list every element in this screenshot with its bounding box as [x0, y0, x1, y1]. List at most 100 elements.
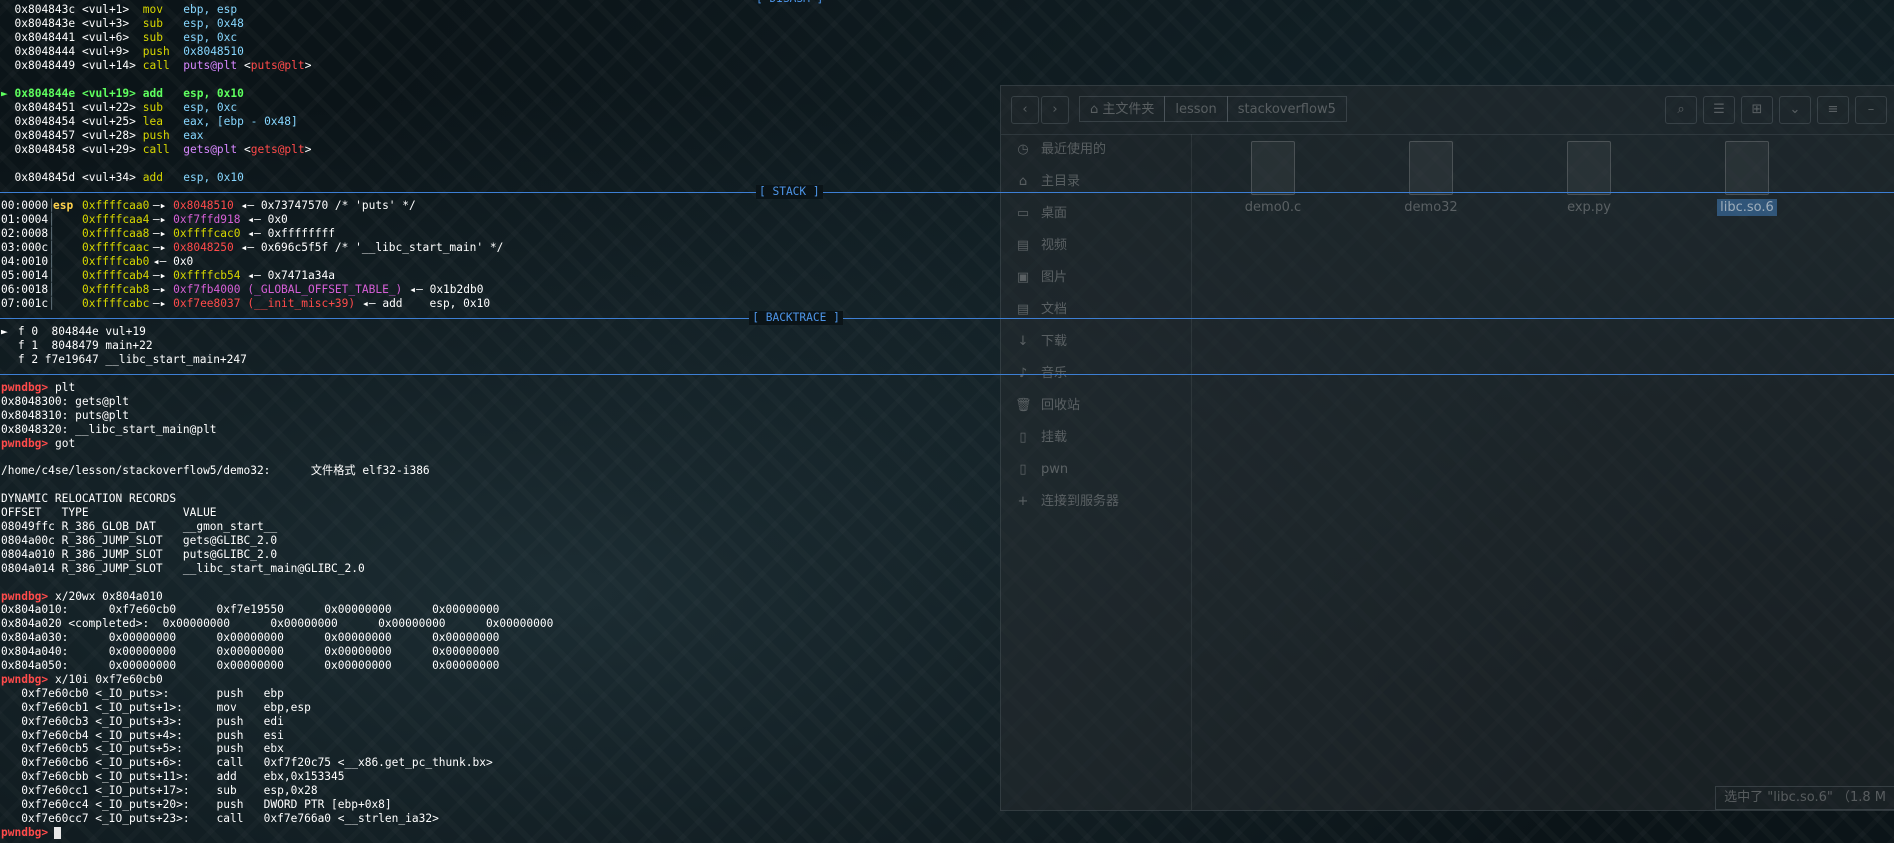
- pointer-value: 0xf7fb4000: [173, 283, 241, 296]
- instruction-mnemonic: mov: [142, 3, 163, 16]
- instruction-row-text: 0xf7e60cb0 <_IO_puts>: push ebp: [1, 686, 284, 700]
- stack-offset: 05:0014: [1, 269, 49, 282]
- instruction-operand: esp, 0x10: [183, 171, 244, 184]
- pointer-value: 0x8048510: [173, 199, 234, 212]
- pointer-value: 0x8048250: [173, 241, 234, 254]
- pointer-value: 0xf7ee8037: [173, 297, 241, 310]
- instruction-address: 0x8048451: [14, 101, 76, 114]
- instruction-symbol: <vul+29>: [82, 143, 136, 156]
- stack-value: ◂— add esp, 0x10: [362, 297, 491, 310]
- instruction-address: 0x8048458: [14, 143, 76, 156]
- instruction-address: 0x804843e: [14, 17, 76, 30]
- instruction-address: 0x8048449: [14, 59, 76, 72]
- frame-text: f 0 804844e vul+19: [11, 325, 146, 338]
- instruction-address: 0x804843c: [14, 3, 76, 16]
- instruction-row-text: 0xf7e60cb3 <_IO_puts+3>: push edi: [1, 714, 284, 728]
- instruction-symbol: <vul+34>: [82, 171, 136, 184]
- stack-offset: 06:0018: [1, 283, 49, 296]
- prompt: pwndbg>: [1, 589, 49, 603]
- instruction-row-text: 0xf7e60cbb <_IO_puts+11>: add ebx,0x1533…: [1, 770, 345, 784]
- command-text: x/20wx 0x804a010: [48, 589, 163, 603]
- stack-address: 0xffffcaa8: [82, 227, 150, 240]
- plt-bracket-open: <: [244, 59, 251, 72]
- stack-register: esp: [52, 199, 74, 212]
- instruction-mnemonic: call: [142, 143, 170, 156]
- stack-label: [ STACK ]: [756, 185, 823, 199]
- arrow: —▸: [152, 199, 167, 212]
- disasm-label: [ DISASM ]: [756, 0, 823, 6]
- relocation-row-text: 0804a010 R_386_JUMP_SLOT puts@GLIBC_2.0: [1, 547, 278, 561]
- instruction-address: 0x8048441: [14, 31, 76, 44]
- stack-divider: │: [48, 227, 55, 240]
- relocation-title-text: DYNAMIC RELOCATION RECORDS: [1, 492, 177, 506]
- plt-entry-text: 0x8048300: gets@plt: [1, 394, 129, 408]
- memory-row-text: 0x804a040: 0x00000000 0x00000000 0x00000…: [1, 645, 500, 659]
- arrow: —▸: [152, 269, 167, 282]
- backtrace-label: [ BACKTRACE ]: [749, 311, 843, 325]
- pointer-value: 0xf7ffd918: [173, 213, 241, 226]
- prompt: pwndbg>: [1, 825, 49, 839]
- instruction-operand: esp, 0xc: [183, 101, 238, 114]
- terminal[interactable]: [ DISASM ] 0x804843c <vul+1> mov ebp, esp 0x8…: [0, 0, 1894, 843]
- prompt: pwndbg>: [1, 381, 49, 394]
- stack-offset: 03:000c: [1, 241, 49, 254]
- backtrace-separator: [0, 318, 1894, 319]
- stack-address: 0xffffcaac: [82, 241, 150, 254]
- got-file-header-text: /home/c4se/lesson/stackoverflow5/demo32:…: [1, 464, 430, 478]
- current-instruction-marker: ►: [1, 87, 8, 100]
- relocation-row-text: 08049ffc R_386_GLOB_DAT __gmon_start__: [1, 520, 278, 533]
- instruction-mnemonic: sub: [142, 101, 163, 114]
- relocation-row-text: 0804a00c R_386_JUMP_SLOT gets@GLIBC_2.0: [1, 533, 278, 547]
- stack-address: 0xffffcaa4: [82, 213, 150, 226]
- stack-address: 0xffffcab0: [82, 255, 150, 268]
- stack-offset: 04:0010: [1, 255, 49, 268]
- stack-offset: 00:0000: [1, 199, 49, 212]
- instruction-mnemonic: add: [142, 87, 163, 100]
- instruction-mnemonic: add: [142, 171, 163, 184]
- command-text: x/10i 0xf7e60cb0: [48, 672, 163, 686]
- instruction-address: 0x804844e: [14, 87, 76, 100]
- instruction-operand: esp, 0xc: [183, 31, 238, 44]
- pointer-value: 0xffffcac0: [173, 227, 241, 240]
- command-text: plt: [48, 381, 76, 394]
- instruction-symbol: <vul+19>: [82, 87, 136, 100]
- pointer-symbol: (__init_misc+39): [247, 297, 356, 310]
- stack-divider: │: [48, 241, 55, 254]
- instruction-operand: esp, 0x10: [183, 87, 244, 100]
- stack-divider: │: [48, 283, 55, 296]
- memory-row-text: 0x804a050: 0x00000000 0x00000000 0x00000…: [1, 659, 500, 672]
- memory-row-text: 0x804a020 <completed>: 0x00000000 0x0000…: [1, 617, 554, 631]
- frame-text: f 1 8048479 main+22: [11, 339, 153, 352]
- instruction-operand: eax: [183, 129, 204, 142]
- instruction-symbol: <vul+6>: [82, 31, 130, 44]
- instruction-mnemonic: sub: [142, 31, 163, 44]
- instruction-row-text: 0xf7e60cb5 <_IO_puts+5>: push ebx: [1, 742, 284, 756]
- instruction-address: 0x804845d: [14, 171, 76, 184]
- arrow: —▸: [152, 283, 167, 296]
- instruction-mnemonic: call: [142, 59, 170, 72]
- stack-offset: 02:0008: [1, 227, 49, 240]
- plt-symbol: puts@plt: [250, 59, 305, 72]
- relocation-header-text: OFFSET TYPE VALUE: [1, 506, 217, 520]
- instruction-operand: puts@plt: [183, 59, 238, 72]
- instruction-symbol: <vul+25>: [82, 115, 136, 128]
- stack-value: ◂— 0x0: [152, 255, 194, 268]
- stack-value: ◂— 0x7471a34a: [247, 269, 335, 282]
- instruction-mnemonic: push: [142, 129, 170, 142]
- stack-divider: │: [48, 269, 55, 282]
- instruction-symbol: <vul+28>: [82, 129, 136, 142]
- memory-row-text: 0x804a010: 0xf7e60cb0 0xf7e19550 0x00000…: [1, 603, 500, 617]
- instruction-row-text: 0xf7e60cb6 <_IO_puts+6>: call 0xf7f20c75…: [1, 756, 493, 770]
- stack-value: ◂— 0x1b2db0: [409, 283, 484, 296]
- instruction-row-text: 0xf7e60cc4 <_IO_puts+20>: push DWORD PTR…: [1, 798, 392, 811]
- plt-bracket-open: <: [244, 143, 251, 156]
- instruction-row-text: 0xf7e60cc1 <_IO_puts+17>: sub esp,0x28: [1, 784, 318, 798]
- memory-row-text: 0x804a030: 0x00000000 0x00000000 0x00000…: [1, 631, 500, 645]
- instruction-operand: ebp, esp: [183, 3, 238, 16]
- instruction-mnemonic: sub: [142, 17, 163, 30]
- instruction-operand: 0x8048510: [183, 45, 244, 58]
- instruction-address: 0x8048444: [14, 45, 76, 58]
- instruction-symbol: <vul+9>: [82, 45, 130, 58]
- instruction-row-text: 0xf7e60cb1 <_IO_puts+1>: mov ebp,esp: [1, 700, 311, 714]
- arrow: —▸: [152, 241, 167, 254]
